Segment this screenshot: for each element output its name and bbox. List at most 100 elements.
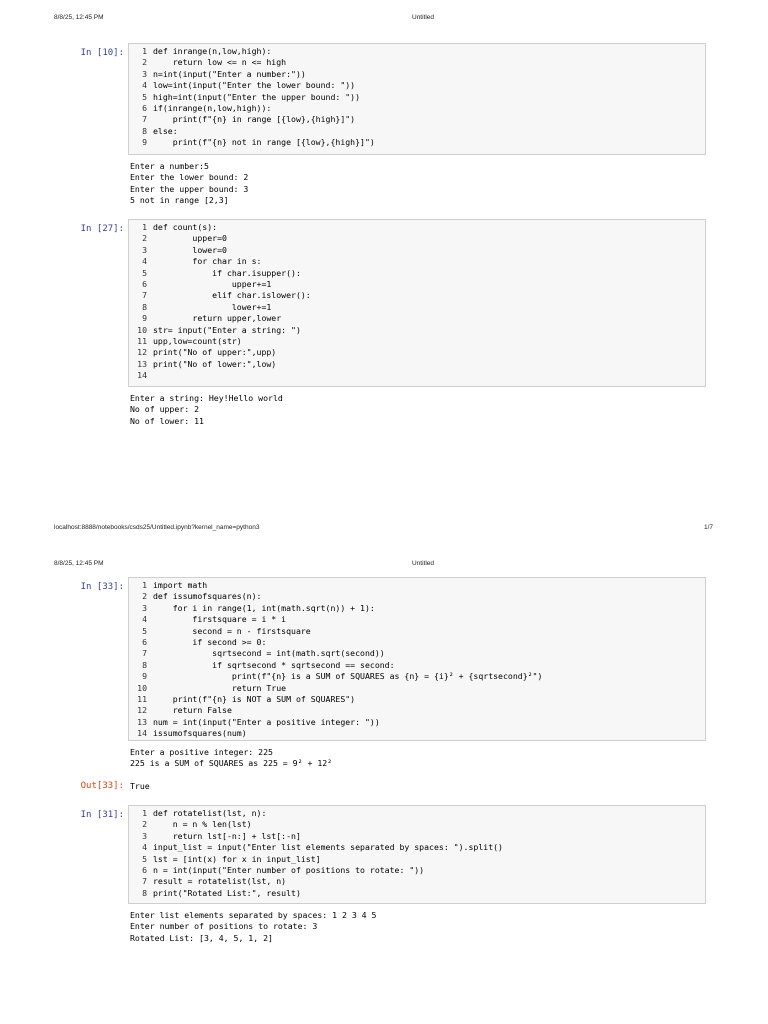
line-number: 7 bbox=[142, 114, 147, 125]
code-text: n=int(input("Enter a number:")) bbox=[153, 68, 306, 79]
code-text: sqrtsecond = int(math.sqrt(second)) bbox=[153, 648, 385, 659]
input-prompt: In [31]: bbox=[80, 810, 124, 820]
code-text: result = rotatelist(lst, n) bbox=[153, 876, 287, 887]
cell-output: Enter a number:5 Enter the lower bound: 2… bbox=[130, 161, 248, 206]
code-text: n = n % len(lst) bbox=[153, 819, 252, 830]
code-text: for i in range(1, int(math.sqrt(n)) + 1)… bbox=[153, 602, 375, 613]
code-line: 2 upper=0 bbox=[129, 233, 705, 244]
code-text: print(f"{n} is NOT a SUM of SQUARES") bbox=[153, 693, 356, 704]
code-line: 2 n = n % len(lst) bbox=[129, 819, 705, 830]
line-number: 11 bbox=[137, 693, 147, 704]
code-cell[interactable]: 1 def inrange(n,low,high): 2 return low <=… bbox=[128, 43, 706, 155]
code-text: if char.isupper(): bbox=[153, 267, 301, 278]
line-number: 2 bbox=[142, 819, 147, 830]
code-text: def issumofsquares(n): bbox=[153, 591, 262, 602]
code-line: 11 print(f"{n} is NOT a SUM of SQUARES") bbox=[129, 694, 705, 705]
output-line: No of lower: 11 bbox=[130, 415, 204, 426]
code-text: second = n - firstsquare bbox=[153, 625, 311, 636]
code-line: 4 low=int(input("Enter the lower bound: "… bbox=[129, 80, 705, 91]
line-number: 10 bbox=[137, 682, 147, 693]
line-number: 3 bbox=[142, 830, 147, 841]
code-text: issumofsquares(num) bbox=[153, 728, 247, 739]
print-footer-page: 1/7 bbox=[704, 524, 714, 531]
line-number: 8 bbox=[142, 887, 147, 898]
code-text: n = int(input("Enter number of positions… bbox=[153, 864, 425, 875]
line-number: 2 bbox=[142, 233, 147, 244]
input-prompt: In [10]: bbox=[80, 48, 124, 58]
code-line: 3 for i in range(1, int(math.sqrt(n)) + … bbox=[129, 603, 705, 614]
code-line: 12 print("No of upper:",upp) bbox=[129, 347, 705, 358]
code-text: print(f"{n} in range [{low},{high}]") bbox=[153, 114, 356, 125]
code-line: 11 upp,low=count(str) bbox=[129, 336, 705, 347]
code-line: 7 result = rotatelist(lst, n) bbox=[129, 876, 705, 887]
output-line: Enter the lower bound: 2 bbox=[130, 172, 249, 183]
code-text: def inrange(n,low,high): bbox=[153, 46, 272, 56]
code-line: 7 print(f"{n} in range [{low},{high}]") bbox=[129, 114, 705, 125]
code-line: 2 return low <= n <= high bbox=[129, 57, 705, 68]
code-line: 4 input_list = input("Enter list elements… bbox=[129, 842, 705, 853]
line-number: 3 bbox=[142, 244, 147, 255]
line-number: 12 bbox=[137, 705, 147, 716]
line-number: 5 bbox=[142, 267, 147, 278]
result-line: True bbox=[130, 781, 150, 791]
cell-result: True bbox=[130, 781, 150, 792]
input-prompt: In [27]: bbox=[80, 224, 124, 234]
line-number: 1 bbox=[142, 808, 147, 818]
code-text: import math bbox=[153, 580, 208, 590]
code-text: if second >= 0: bbox=[153, 636, 267, 647]
code-line: 7 sqrtsecond = int(math.sqrt(second)) bbox=[129, 648, 705, 659]
line-number: 9 bbox=[142, 137, 147, 148]
line-number: 5 bbox=[142, 853, 147, 864]
code-text: lst = [int(x) for x in input_list] bbox=[153, 853, 321, 864]
line-number: 4 bbox=[142, 256, 147, 267]
code-line: 2 def issumofsquares(n): bbox=[129, 591, 705, 602]
code-text: upp,low=count(str) bbox=[153, 335, 242, 346]
line-number: 6 bbox=[142, 278, 147, 289]
line-number: 14 bbox=[137, 370, 147, 381]
code-line: 8 if sqrtsecond * sqrtsecond == second: bbox=[129, 660, 705, 671]
cell-output: Enter list elements separated by spaces:… bbox=[130, 910, 376, 944]
code-text: return True bbox=[153, 682, 287, 693]
code-line: 4 firstsquare = i * i bbox=[129, 614, 705, 625]
code-line: 7 elif char.islower(): bbox=[129, 290, 705, 301]
output-line: Enter a positive integer: 225 bbox=[130, 747, 273, 757]
code-line: 5 high=int(input("Enter the upper bound: … bbox=[129, 92, 705, 103]
code-line: 12 return False bbox=[129, 705, 705, 716]
line-number: 1 bbox=[142, 46, 147, 56]
line-number: 13 bbox=[137, 716, 147, 727]
code-line: 1 def rotatelist(lst, n): bbox=[129, 808, 705, 819]
code-text: lower+=1 bbox=[153, 301, 272, 312]
line-number: 11 bbox=[137, 335, 147, 346]
line-number: 7 bbox=[142, 876, 147, 887]
output-line: Enter list elements separated by spaces:… bbox=[130, 910, 377, 920]
code-line: 6 upper+=1 bbox=[129, 279, 705, 290]
code-line: 8 else: bbox=[129, 126, 705, 137]
code-line: 4 for char in s: bbox=[129, 256, 705, 267]
code-line: 1 import math bbox=[129, 580, 705, 591]
code-text: else: bbox=[153, 125, 178, 136]
code-text: return lst[-n:] + lst[:-n] bbox=[153, 830, 301, 841]
output-line: Rotated List: [3, 4, 5, 1, 2] bbox=[130, 932, 273, 943]
code-cell[interactable]: 1 def rotatelist(lst, n): 2 n = n % len(ls… bbox=[128, 805, 706, 904]
code-line: 10 str= input("Enter a string: ") bbox=[129, 325, 705, 336]
code-text: firstsquare = i * i bbox=[153, 614, 287, 625]
line-number: 2 bbox=[142, 57, 147, 68]
output-line: No of upper: 2 bbox=[130, 404, 200, 415]
output-line: 5 not in range [2,3] bbox=[130, 194, 229, 205]
code-line: 10 return True bbox=[129, 683, 705, 694]
print-header-date: 8/8/25, 12:45 PM bbox=[54, 14, 104, 21]
output-line: Enter a number:5 bbox=[130, 161, 209, 171]
code-text: num = int(input("Enter a positive intege… bbox=[153, 716, 380, 727]
code-line: 1 def inrange(n,low,high): bbox=[129, 46, 705, 57]
line-number: 4 bbox=[142, 80, 147, 91]
line-number: 6 bbox=[142, 864, 147, 875]
line-number: 12 bbox=[137, 347, 147, 358]
print-header-date: 8/8/25, 12:45 PM bbox=[54, 560, 104, 567]
code-cell[interactable]: 1 import math 2 def issumofsquares(n): 3 for… bbox=[128, 577, 706, 741]
cell-output: Enter a string: Hey!Hello world No of upp… bbox=[130, 393, 283, 427]
input-prompt: In [33]: bbox=[80, 582, 124, 592]
line-number: 1 bbox=[142, 222, 147, 232]
code-cell[interactable]: 1 def count(s): 2 upper=0 3 lower=0 4 for ch… bbox=[128, 219, 706, 387]
output-line: Enter number of positions to rotate: 3 bbox=[130, 921, 318, 932]
code-text: for char in s: bbox=[153, 256, 262, 267]
